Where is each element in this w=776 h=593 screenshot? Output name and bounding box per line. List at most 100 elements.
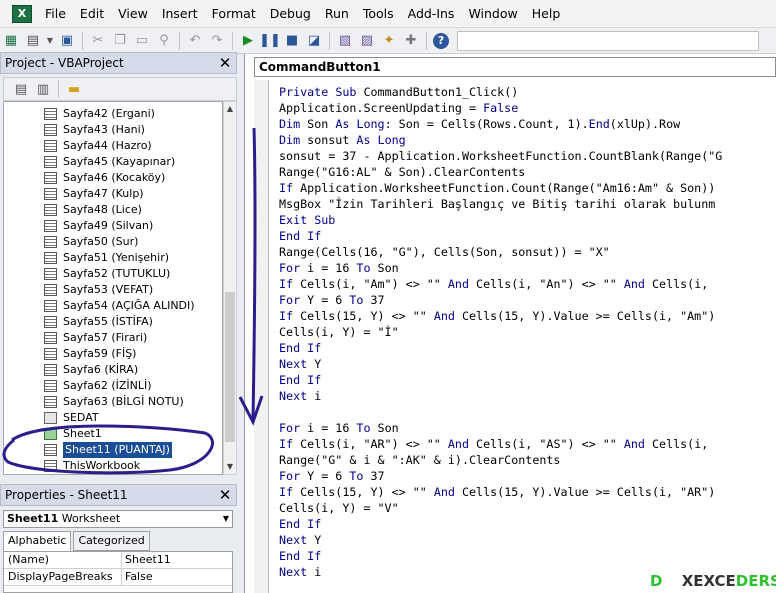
code-line[interactable]: End If: [279, 548, 722, 564]
code-line[interactable]: sonsut = 37 - Application.WorksheetFunct…: [279, 148, 722, 164]
tree-item[interactable]: Sayfa43 (Hani): [44, 122, 145, 138]
code-line[interactable]: Cells(i, Y) = "İ": [279, 324, 722, 340]
tree-item[interactable]: Sheet11 (PUANTAJ): [44, 442, 172, 458]
undo-icon[interactable]: ↶: [186, 32, 204, 50]
code-line[interactable]: Range("G" & i & ":AK" & i).ClearContents: [279, 452, 722, 468]
menu-item[interactable]: Edit: [73, 0, 111, 27]
tree-item[interactable]: Sayfa45 (Kayapınar): [44, 154, 175, 170]
menu-item[interactable]: View: [111, 0, 155, 27]
code-line[interactable]: Cells(i, Y) = "V": [279, 500, 722, 516]
code-line[interactable]: Private Sub CommandButton1_Click(): [279, 84, 722, 100]
menu-item[interactable]: Format: [205, 0, 263, 27]
run-icon[interactable]: ▶: [239, 32, 257, 50]
code-line[interactable]: For i = 16 To Son: [279, 420, 722, 436]
code-line[interactable]: Next Y: [279, 356, 722, 372]
code-line[interactable]: Application.ScreenUpdating = False: [279, 100, 722, 116]
menu-item[interactable]: Add-Ins: [401, 0, 462, 27]
menu-item[interactable]: Tools: [356, 0, 401, 27]
code-line[interactable]: For i = 16 To Son: [279, 260, 722, 276]
code-line[interactable]: End If: [279, 372, 722, 388]
properties-window-icon[interactable]: ▨: [358, 32, 376, 50]
code-line[interactable]: Next Y: [279, 532, 722, 548]
tree-item[interactable]: Sayfa50 (Sur): [44, 234, 138, 250]
scroll-down-icon[interactable]: ▼: [224, 460, 236, 474]
tab-categorized[interactable]: Categorized: [73, 531, 150, 551]
tree-item[interactable]: Sayfa51 (Yenişehir): [44, 250, 169, 266]
code-line[interactable]: Dim sonsut As Long: [279, 132, 722, 148]
object-browser-icon[interactable]: ✦: [380, 32, 398, 50]
tree-item[interactable]: Sayfa49 (Silvan): [44, 218, 153, 234]
code-line[interactable]: If Cells(15, Y) <> "" And Cells(15, Y).V…: [279, 484, 722, 500]
project-explorer-icon[interactable]: ▧: [336, 32, 354, 50]
tree-item[interactable]: SEDAT: [44, 410, 99, 426]
tree-item[interactable]: Sayfa55 (İSTİFA): [44, 314, 153, 330]
copy-icon[interactable]: ❐: [111, 32, 129, 50]
code-line[interactable]: MsgBox "İzin Tarihleri Başlangıç ve Biti…: [279, 196, 722, 212]
code-line[interactable]: Dim Son As Long: Son = Cells(Rows.Count,…: [279, 116, 722, 132]
object-select[interactable]: Sheet11 Worksheet ▼: [3, 510, 233, 528]
menu-item[interactable]: Window: [461, 0, 524, 27]
code-line[interactable]: If Cells(i, "AR") <> "" And Cells(i, "AS…: [279, 436, 722, 452]
code-line[interactable]: Exit Sub: [279, 212, 722, 228]
code-line[interactable]: Range(Cells(16, "G"), Cells(Son, sonsut)…: [279, 244, 722, 260]
save-icon[interactable]: ▣: [58, 32, 76, 50]
menu-item[interactable]: Help: [525, 0, 568, 27]
redo-icon[interactable]: ↷: [208, 32, 226, 50]
tree-item[interactable]: Sayfa42 (Ergani): [44, 106, 155, 122]
code-line[interactable]: If Cells(15, Y) <> "" And Cells(15, Y).V…: [279, 308, 722, 324]
tree-item[interactable]: Sayfa44 (Hazro): [44, 138, 152, 154]
tree-item[interactable]: Sayfa48 (Lice): [44, 202, 142, 218]
code-margin[interactable]: [254, 80, 269, 593]
scroll-thumb[interactable]: [225, 292, 235, 442]
view-code-icon[interactable]: ▤: [12, 80, 30, 98]
insert-userform-icon[interactable]: ▤: [24, 32, 42, 50]
help-icon[interactable]: ?: [433, 32, 449, 49]
cut-icon[interactable]: ✂: [89, 32, 107, 50]
tree-scrollbar[interactable]: ▲ ▼: [223, 101, 237, 475]
tree-item[interactable]: Sayfa62 (İZİNLİ): [44, 378, 152, 394]
view-object-icon[interactable]: ▥: [34, 80, 52, 98]
property-value[interactable]: False: [122, 569, 153, 585]
close-icon[interactable]: ✕: [216, 54, 234, 72]
toggle-folders-icon[interactable]: ▬: [65, 80, 83, 98]
paste-icon[interactable]: ▭: [133, 32, 151, 50]
tab-alphabetic[interactable]: Alphabetic: [3, 531, 72, 551]
menu-item[interactable]: Insert: [155, 0, 205, 27]
code-line[interactable]: If Application.WorksheetFunction.Count(R…: [279, 180, 722, 196]
code-line[interactable]: For Y = 6 To 37: [279, 468, 722, 484]
toolbox-icon[interactable]: ✚: [402, 32, 420, 50]
tree-item[interactable]: Sayfa47 (Kulp): [44, 186, 144, 202]
code-line[interactable]: If Cells(i, "Am") <> "" And Cells(i, "An…: [279, 276, 722, 292]
view-excel-icon[interactable]: ▦: [2, 32, 20, 50]
close-icon[interactable]: ✕: [216, 486, 234, 504]
code-line[interactable]: End If: [279, 340, 722, 356]
scroll-up-icon[interactable]: ▲: [224, 102, 236, 116]
tree-item[interactable]: Sayfa63 (BİLGİ NOTU): [44, 394, 184, 410]
find-icon[interactable]: ⚲: [155, 32, 173, 50]
reset-icon[interactable]: ■: [283, 32, 301, 50]
break-icon[interactable]: ❚❚: [259, 32, 281, 50]
property-row[interactable]: DisplayPageBreaks False: [4, 569, 232, 586]
tree-item[interactable]: Sayfa53 (VEFAT): [44, 282, 153, 298]
chevron-down-icon[interactable]: ▼: [223, 511, 229, 527]
tree-item[interactable]: Sayfa52 (TUTUKLU): [44, 266, 170, 282]
code-line[interactable]: Range("G16:AL" & Son).ClearContents: [279, 164, 722, 180]
tree-item[interactable]: Sheet1: [44, 426, 102, 442]
code-line[interactable]: End If: [279, 516, 722, 532]
code-line[interactable]: Next i: [279, 388, 722, 404]
menu-item[interactable]: Run: [318, 0, 356, 27]
menu-item[interactable]: Debug: [263, 0, 318, 27]
tree-item[interactable]: Sayfa46 (Kocaköy): [44, 170, 165, 186]
code-line[interactable]: For Y = 6 To 37: [279, 292, 722, 308]
code-line[interactable]: End If: [279, 228, 722, 244]
code-editor[interactable]: Private Sub CommandButton1_Click() Applic…: [279, 84, 722, 580]
object-combobox[interactable]: CommandButton1: [254, 57, 776, 77]
property-row[interactable]: (Name) Sheet11: [4, 552, 232, 569]
design-mode-icon[interactable]: ◪: [305, 32, 323, 50]
tree-item[interactable]: ThisWorkbook: [44, 458, 140, 474]
tree-item[interactable]: Sayfa6 (KİRA): [44, 362, 138, 378]
property-value[interactable]: Sheet11: [122, 552, 171, 568]
tree-item[interactable]: Sayfa59 (FİŞ): [44, 346, 136, 362]
excel-icon[interactable]: X: [12, 4, 32, 23]
menu-item[interactable]: File: [38, 0, 73, 27]
